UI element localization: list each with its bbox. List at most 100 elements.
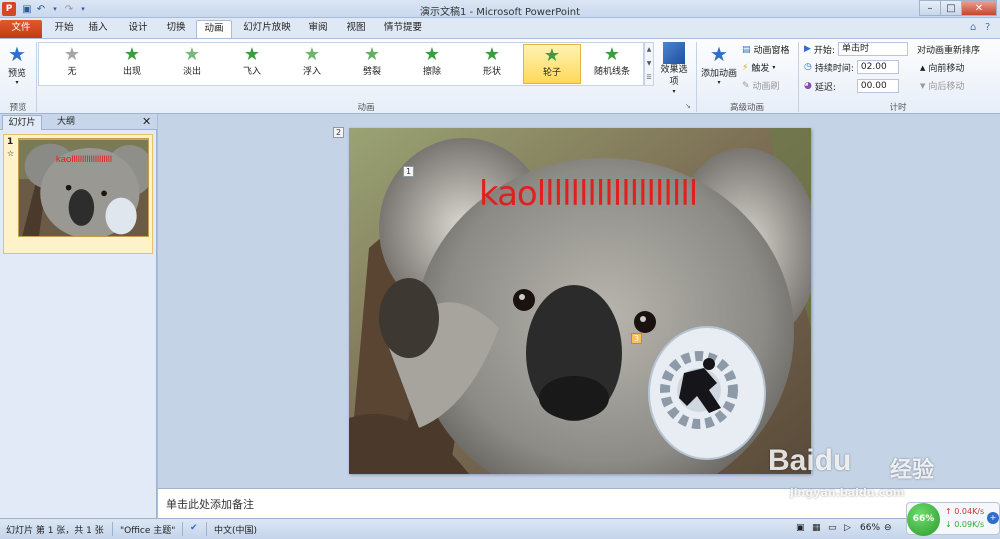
triangle-up-icon: ▲ bbox=[920, 63, 926, 72]
animation-painter-label: 动画刷 bbox=[752, 82, 780, 92]
animation-shape[interactable]: ★ 形状 bbox=[463, 44, 521, 84]
animation-float-in[interactable]: ★ 浮入 bbox=[283, 44, 341, 84]
help-icon[interactable]: ? bbox=[985, 22, 990, 33]
notes-placeholder[interactable]: 单击此处添加备注 bbox=[166, 496, 254, 512]
tab-view[interactable]: 视图 bbox=[342, 20, 370, 38]
animation-marker[interactable]: 2 bbox=[333, 127, 344, 138]
chevron-down-icon: ▾ bbox=[15, 79, 19, 86]
animation-pane-label: 动画窗格 bbox=[753, 46, 790, 56]
animation-fade[interactable]: ★ 淡出 bbox=[163, 44, 221, 84]
widget-plus-icon[interactable]: + bbox=[987, 512, 999, 524]
slides-pane: 幻灯片 大纲 ✕ 1 ☆ kaolllllllllllllllllll bbox=[0, 114, 157, 518]
tab-review[interactable]: 审阅 bbox=[304, 20, 332, 38]
wheel-clipart[interactable] bbox=[648, 326, 766, 460]
thumbnail-text: kaolllllllllllllllllll bbox=[56, 154, 112, 165]
tab-storyboard[interactable]: 情节提要 bbox=[382, 20, 424, 38]
start-select[interactable]: 单击时 bbox=[837, 42, 908, 56]
ribbon-tab-row: 文件 开始 插入 设计 切换 动画 幻灯片放映 审阅 视图 情节提要 ⌂ ? bbox=[0, 18, 1000, 39]
status-separator bbox=[112, 522, 113, 536]
delay-input[interactable]: 00.00 bbox=[856, 79, 899, 93]
animation-random-bars[interactable]: ★ 随机线条 bbox=[583, 44, 641, 84]
effect-options-button[interactable]: 效果选项 ▾ bbox=[658, 42, 690, 98]
animation-pane-button[interactable]: ▤ 动画窗格 bbox=[742, 43, 790, 57]
tab-design[interactable]: 设计 bbox=[124, 20, 152, 38]
animation-painter-button[interactable]: ✎ 动画刷 bbox=[742, 79, 780, 93]
slide-thumbnail-item[interactable]: 1 ☆ kaolllllllllllllllllll bbox=[3, 134, 153, 254]
slide-canvas[interactable]: kaolllllllllllllllllll 1 3 bbox=[349, 128, 811, 474]
tab-transitions[interactable]: 切换 bbox=[162, 20, 190, 38]
status-bar: 幻灯片 第 1 张，共 1 张 "Office 主题" ✔ 中文(中国) ▣ ▦… bbox=[0, 518, 1000, 539]
close-button[interactable]: ✕ bbox=[961, 0, 997, 16]
move-earlier-button[interactable]: ▲ 向前移动 bbox=[920, 61, 965, 75]
star-none-icon: ★ bbox=[63, 44, 81, 65]
slide-sorter-icon[interactable]: ▦ bbox=[812, 523, 821, 533]
tab-outline[interactable]: 大纲 bbox=[46, 115, 86, 130]
duration-label: 持续时间: bbox=[814, 63, 854, 74]
animation-marker[interactable]: 3 bbox=[631, 333, 642, 344]
tab-insert[interactable]: 插入 bbox=[84, 20, 112, 38]
ribbon: ★ 预览 ▾ 预览 ★ 无 ★ 出现 ★ 淡出 ★ 飞入 ★ 浮入 ★ 劈裂 ★… bbox=[0, 38, 1000, 114]
slideshow-icon[interactable]: ▷ bbox=[844, 523, 851, 533]
tab-file[interactable]: 文件 bbox=[0, 20, 42, 38]
move-later-button[interactable]: ▼ 向后移动 bbox=[920, 79, 964, 93]
language[interactable]: 中文(中国) bbox=[214, 523, 257, 536]
normal-view-icon[interactable]: ▣ bbox=[796, 523, 805, 533]
clock-icon: ◷ bbox=[804, 62, 812, 72]
duration-control: ◷ 持续时间: 02.00 bbox=[804, 60, 899, 74]
animation-fly-in[interactable]: ★ 飞入 bbox=[223, 44, 281, 84]
tab-slides[interactable]: 幻灯片 bbox=[2, 115, 42, 130]
slide-thumbnail: kaolllllllllllllllllll bbox=[18, 138, 149, 237]
move-earlier-label: 向前移动 bbox=[928, 64, 965, 74]
star-icon: ★ bbox=[603, 44, 621, 65]
tab-animations[interactable]: 动画 bbox=[196, 20, 232, 39]
preview-button[interactable]: ★ 预览 ▾ bbox=[2, 42, 32, 98]
group-label-timing: 计时 bbox=[889, 103, 907, 113]
triangle-down-icon: ▼ bbox=[920, 81, 926, 90]
animation-label: 劈裂 bbox=[362, 67, 381, 77]
network-speed-widget[interactable]: 66% ↑ 0.04K/s ↓ 0.09K/s + bbox=[906, 502, 1000, 536]
animation-none[interactable]: ★ 无 bbox=[43, 44, 101, 84]
trigger-label: 触发 bbox=[751, 64, 770, 74]
koala-thumbnail-image: kaolllllllllllllllllll bbox=[19, 139, 148, 236]
animation-label: 轮子 bbox=[542, 68, 561, 78]
animation-label: 形状 bbox=[482, 67, 501, 77]
close-icon[interactable]: ✕ bbox=[142, 115, 151, 128]
theme-name[interactable]: "Office 主题" bbox=[120, 523, 175, 536]
group-separator bbox=[36, 42, 37, 112]
slide-count: 幻灯片 第 1 张，共 1 张 bbox=[6, 526, 104, 536]
zoom-out-icon[interactable]: ⊖ bbox=[884, 523, 892, 533]
effect-options-icon bbox=[663, 42, 685, 64]
tab-slideshow[interactable]: 幻灯片放映 bbox=[240, 20, 294, 38]
star-icon: ★ bbox=[183, 44, 201, 65]
group-separator bbox=[696, 42, 697, 112]
animation-split[interactable]: ★ 劈裂 bbox=[343, 44, 401, 84]
delay-icon: ◕ bbox=[804, 81, 812, 91]
group-label-preview: 预览 bbox=[9, 103, 27, 113]
minimize-button[interactable]: – bbox=[919, 0, 941, 16]
chevron-down-icon: ▾ bbox=[717, 79, 721, 86]
maximize-button[interactable]: □ bbox=[940, 0, 962, 16]
reading-view-icon[interactable]: ▭ bbox=[828, 523, 837, 533]
play-icon: ▶ bbox=[804, 44, 811, 54]
animation-wheel[interactable]: ★ 轮子 bbox=[523, 44, 581, 84]
spell-check-icon[interactable]: ✔ bbox=[190, 523, 198, 533]
animation-marker[interactable]: 1 bbox=[403, 166, 414, 177]
slide-title-text[interactable]: kaolllllllllllllllllll bbox=[479, 174, 698, 214]
delay-label: 延迟: bbox=[814, 82, 836, 93]
star-icon: ★ bbox=[303, 44, 321, 65]
star-icon: ★ bbox=[483, 44, 501, 65]
window-controls: – □ ✕ bbox=[919, 0, 997, 16]
star-icon: ★ bbox=[423, 44, 441, 65]
zoom-level[interactable]: 66% bbox=[860, 523, 880, 533]
trigger-button[interactable]: ⚡ 触发 ▾ bbox=[742, 61, 775, 75]
dialog-launcher-icon[interactable]: ↘ bbox=[685, 102, 691, 110]
animation-wipe[interactable]: ★ 擦除 bbox=[403, 44, 461, 84]
gallery-scroll[interactable]: ▲ ▼ ☰ bbox=[644, 42, 654, 86]
painter-icon: ✎ bbox=[742, 80, 750, 91]
duration-input[interactable]: 02.00 bbox=[856, 60, 899, 74]
tab-home[interactable]: 开始 bbox=[50, 20, 78, 38]
animation-appear[interactable]: ★ 出现 bbox=[103, 44, 161, 84]
add-animation-button[interactable]: ★ 添加动画 ▾ bbox=[700, 42, 738, 98]
collapse-ribbon-icon[interactable]: ⌂ bbox=[970, 22, 976, 33]
effect-options-label: 效果选项 bbox=[660, 65, 688, 87]
